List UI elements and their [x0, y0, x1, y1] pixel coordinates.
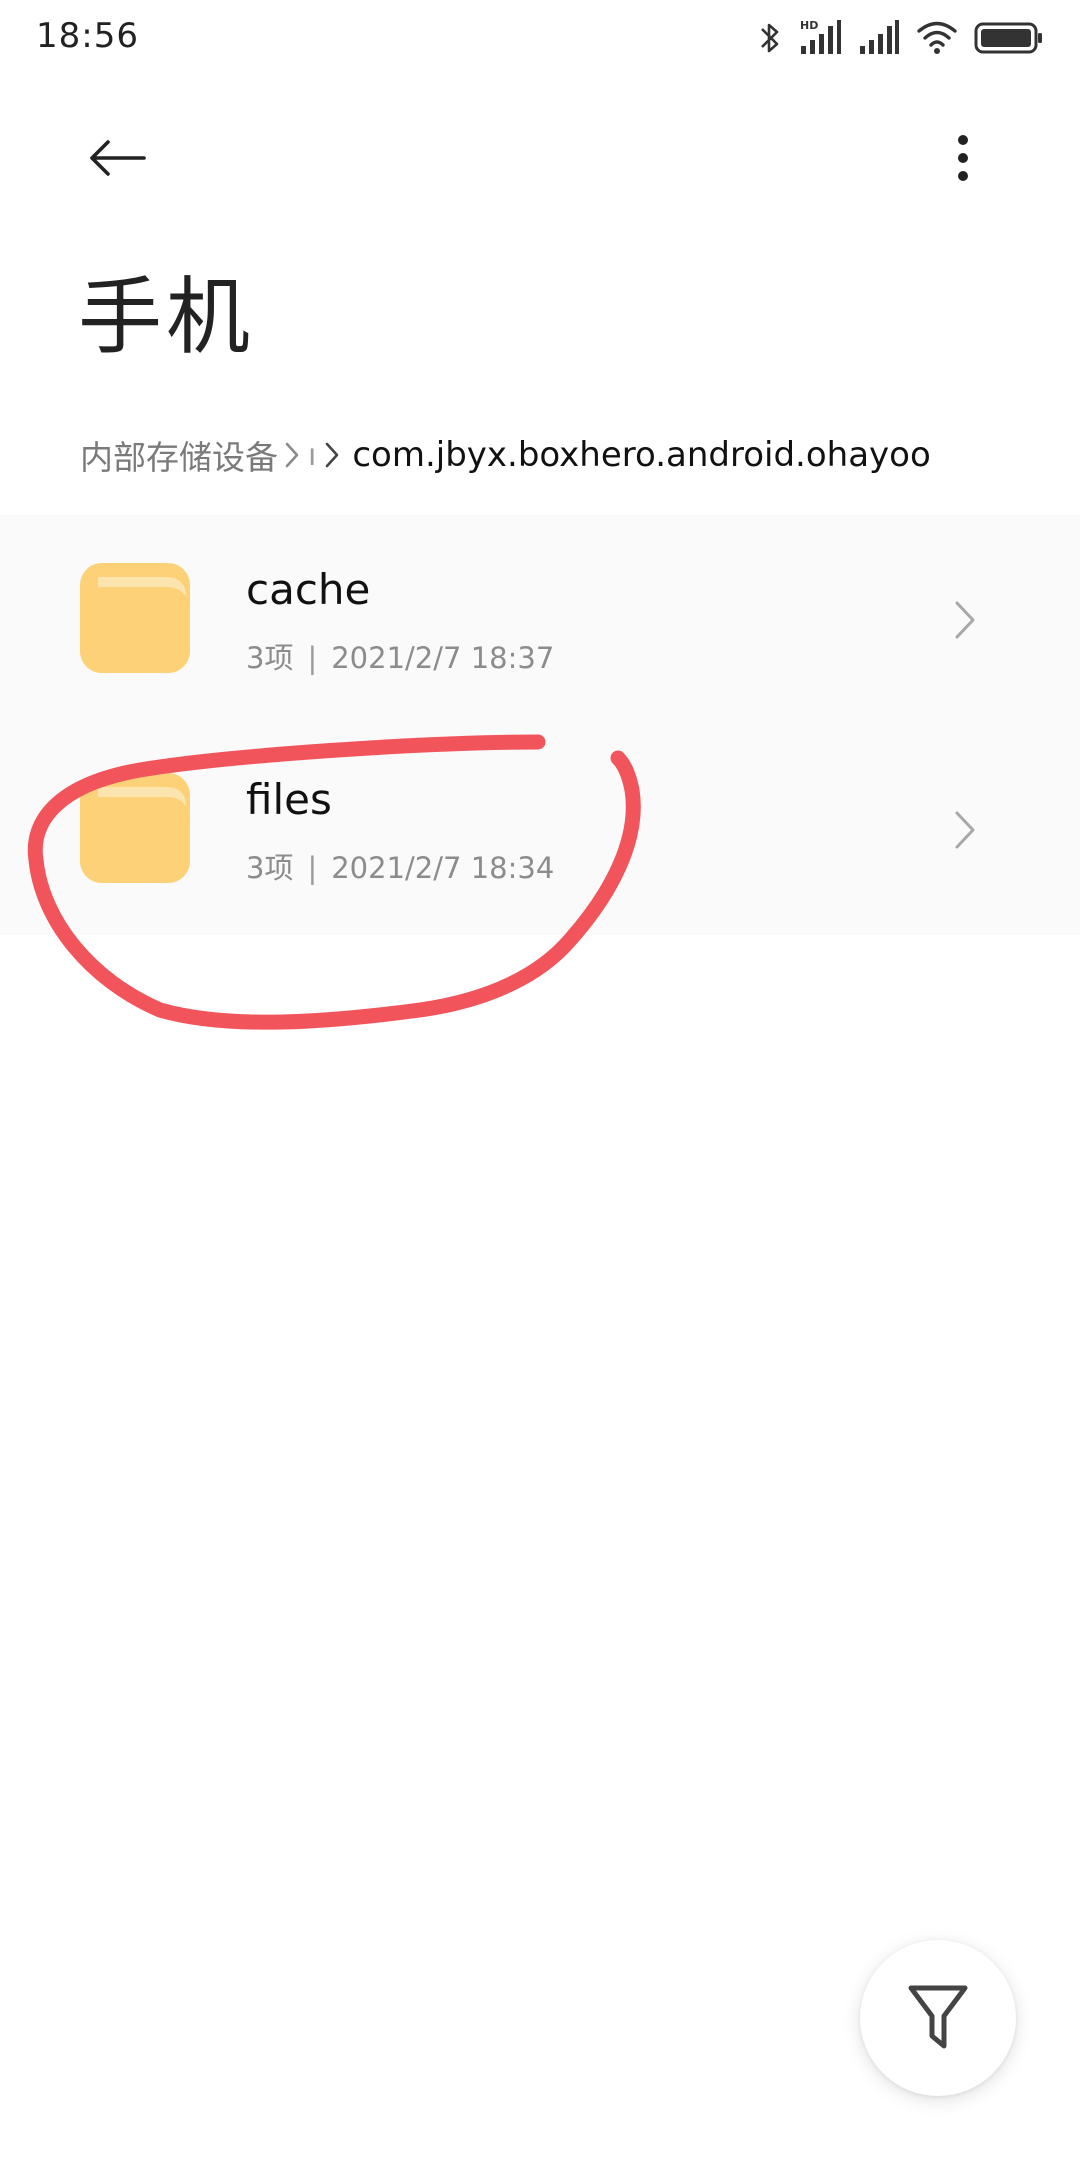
back-button[interactable]	[80, 120, 156, 196]
breadcrumb-collapsed[interactable]: ı	[308, 438, 316, 473]
file-date: 2021/2/7 18:37	[331, 641, 555, 675]
breadcrumb-root[interactable]: 内部存储设备	[80, 431, 278, 479]
list-item-cache[interactable]: cache 3项 | 2021/2/7 18:37	[0, 515, 1080, 725]
wifi-icon	[916, 20, 958, 56]
page-title: 手机	[78, 268, 255, 366]
chevron-right-icon	[945, 805, 985, 855]
file-manager-screen: 18:56 HD 手机 内部存储设备 ı com.jbyx.boxhero.an…	[0, 0, 1080, 2160]
file-count: 3项	[246, 641, 294, 675]
status-bar: 18:56 HD	[0, 0, 1080, 80]
file-name: cache	[246, 565, 371, 614]
chevron-right-icon	[324, 441, 340, 469]
breadcrumb-current: com.jbyx.boxhero.android.ohayoo	[352, 435, 931, 475]
meta-separator: |	[307, 641, 318, 675]
status-icons: HD	[758, 16, 1044, 60]
battery-icon	[974, 21, 1044, 55]
more-vert-icon	[958, 135, 968, 181]
file-date: 2021/2/7 18:34	[331, 851, 555, 885]
file-meta: 3项 | 2021/2/7 18:37	[246, 635, 554, 677]
breadcrumb: 内部存储设备 ı com.jbyx.boxhero.android.ohayoo	[80, 430, 1060, 480]
back-arrow-icon	[90, 140, 146, 176]
file-count: 3项	[246, 851, 294, 885]
status-time: 18:56	[36, 16, 139, 56]
filter-button[interactable]	[860, 1940, 1016, 2096]
hd-label: HD	[800, 19, 818, 32]
more-options-button[interactable]	[925, 120, 1001, 196]
hd-signal-icon: HD	[798, 18, 842, 58]
chevron-right-icon	[945, 595, 985, 645]
folder-icon	[80, 773, 190, 883]
filter-icon	[908, 1985, 968, 2049]
file-name: files	[246, 775, 332, 824]
chevron-right-icon	[284, 441, 300, 469]
file-meta: 3项 | 2021/2/7 18:34	[246, 845, 554, 887]
file-list: cache 3项 | 2021/2/7 18:37 files 3项 | 2021/2/…	[0, 515, 1080, 935]
bluetooth-icon	[758, 19, 782, 57]
folder-icon	[80, 563, 190, 673]
meta-separator: |	[307, 851, 318, 885]
list-item-files[interactable]: files 3项 | 2021/2/7 18:34	[0, 725, 1080, 935]
signal-icon	[858, 18, 900, 58]
